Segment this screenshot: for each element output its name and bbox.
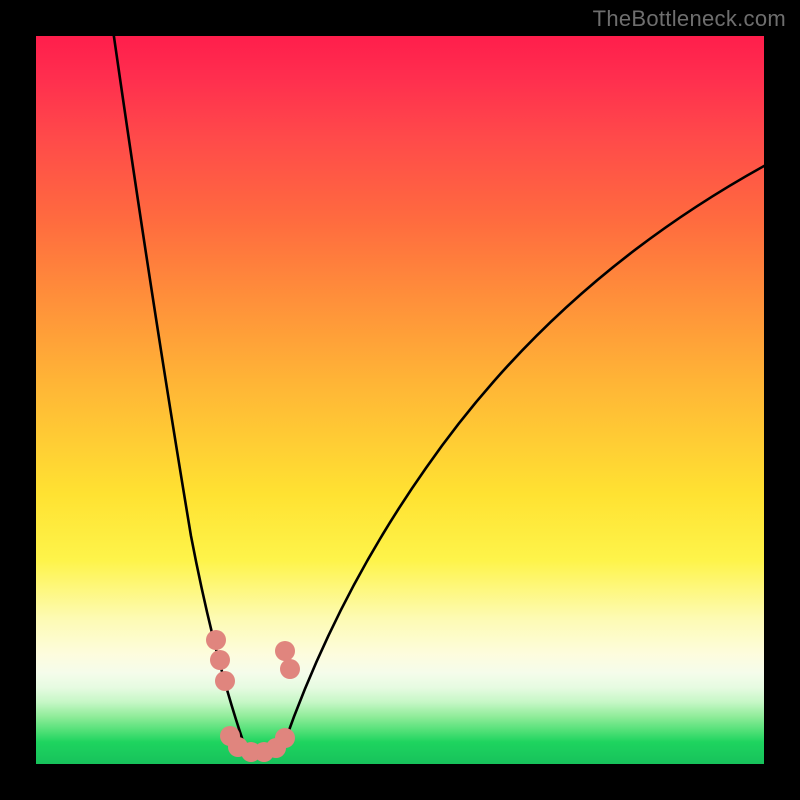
- data-marker: [275, 728, 295, 748]
- data-marker: [280, 659, 300, 679]
- right-curve: [284, 166, 764, 744]
- curve-layer: [36, 36, 764, 764]
- data-marker: [206, 630, 226, 650]
- data-marker: [215, 671, 235, 691]
- data-marker: [210, 650, 230, 670]
- data-marker: [275, 641, 295, 661]
- watermark-text: TheBottleneck.com: [593, 6, 786, 32]
- plot-area: [36, 36, 764, 764]
- chart-frame: TheBottleneck.com: [0, 0, 800, 800]
